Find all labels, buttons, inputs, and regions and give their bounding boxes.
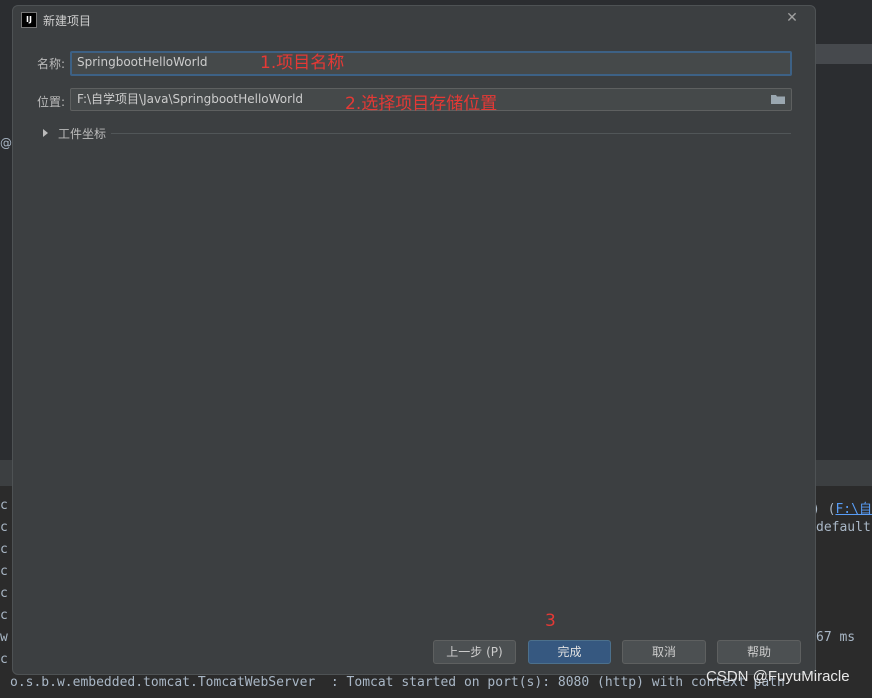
annotation-project-name: 1.项目名称 bbox=[260, 53, 345, 73]
console-left-char: c bbox=[0, 542, 8, 557]
artifact-coordinates-label: 工件坐标 bbox=[58, 126, 107, 141]
watermark: CSDN @FuyuMiracle bbox=[706, 668, 850, 685]
console-left-char: c bbox=[0, 564, 8, 579]
console-left-char: c bbox=[0, 652, 8, 667]
help-button[interactable]: 帮助 bbox=[717, 640, 801, 664]
console-line-fragment: default bbox=[816, 520, 871, 535]
annotation-step-3: 3 bbox=[545, 611, 556, 631]
project-name-input[interactable]: SpringbootHelloWorld bbox=[70, 51, 792, 76]
console-line-fragment: ) (F:\自 bbox=[812, 502, 872, 517]
intellij-icon: IJ bbox=[21, 12, 37, 28]
project-location-value: F:\自学项目\Java\SpringbootHelloWorld bbox=[77, 92, 304, 106]
console-link[interactable]: F:\自 bbox=[835, 502, 871, 517]
name-label: 名称: bbox=[37, 57, 66, 71]
console-left-char: c bbox=[0, 498, 8, 513]
new-project-dialog: IJ 新建项目 ✕ 名称: SpringbootHelloWorld 位置: F… bbox=[12, 5, 816, 675]
console-left-char: c bbox=[0, 586, 8, 601]
annotation-project-location: 2.选择项目存储位置 bbox=[345, 94, 498, 114]
cancel-button[interactable]: 取消 bbox=[622, 640, 706, 664]
console-left-char: w bbox=[0, 630, 8, 645]
console-left-char: c bbox=[0, 608, 8, 623]
editor-tab-strip bbox=[815, 44, 872, 64]
close-icon[interactable]: ✕ bbox=[783, 9, 801, 27]
triangle-right-icon bbox=[43, 129, 48, 137]
folder-icon[interactable] bbox=[771, 94, 785, 104]
dialog-title: 新建项目 bbox=[43, 14, 92, 28]
console-left-char: c bbox=[0, 520, 8, 535]
section-divider bbox=[111, 133, 791, 134]
artifact-coordinates-toggle[interactable]: 工件坐标 bbox=[43, 124, 106, 142]
location-label: 位置: bbox=[37, 95, 66, 109]
finish-button[interactable]: 完成 bbox=[528, 640, 611, 664]
dialog-titlebar[interactable]: IJ 新建项目 ✕ bbox=[13, 6, 815, 34]
editor-text-fragment: @ bbox=[0, 136, 12, 150]
project-name-value: SpringbootHelloWorld bbox=[77, 55, 208, 69]
console-line-fragment: 67 ms bbox=[816, 630, 856, 645]
console-log-line: o.s.b.w.embedded.tomcat.TomcatWebServer … bbox=[10, 675, 785, 690]
previous-button[interactable]: 上一步 (P) bbox=[433, 640, 516, 664]
